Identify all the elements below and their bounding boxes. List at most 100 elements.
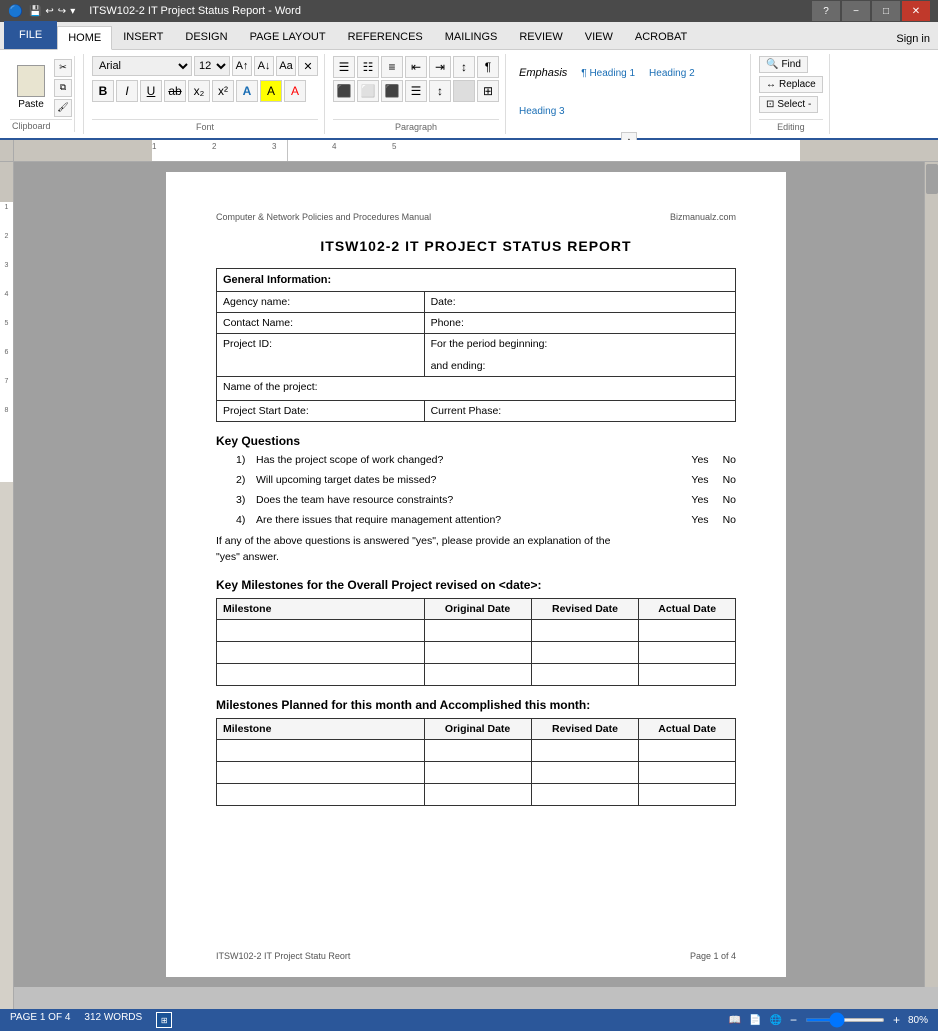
style-heading2[interactable]: Heading 2 [644,56,700,90]
zoom-slider[interactable] [805,1018,885,1022]
font-name-select[interactable]: Arial [92,56,192,76]
show-marks-button[interactable]: ¶ [477,56,499,78]
paste-label: Paste [18,99,44,110]
strikethrough-button[interactable]: ab [164,80,186,102]
font-label: Font [92,119,318,132]
change-case-button[interactable]: Aa [276,56,296,76]
close-btn[interactable]: ✕ [902,1,930,21]
tab-insert[interactable]: INSERT [112,25,174,49]
q2-no: No [723,474,736,486]
project-id-label: Project ID: [217,334,425,377]
style-emphasis[interactable]: Emphasis [514,56,572,90]
style-heading1[interactable]: ¶ Heading 1 [576,56,640,90]
document-page[interactable]: Computer & Network Policies and Procedur… [166,172,786,977]
copy-button[interactable]: ⧉ [54,79,72,97]
minimize-btn[interactable]: − [842,1,870,21]
help-btn[interactable]: ? [812,1,840,21]
q2-num: 2) [236,474,256,486]
zoom-in-button[interactable]: + [893,1013,900,1027]
clear-format-button[interactable]: ✕ [298,56,318,76]
customize-icon[interactable]: ▾ [70,6,75,17]
agency-name-label: Agency name: [217,292,425,313]
ruler-corner [0,140,14,161]
select-button[interactable]: ⊡ Select - [759,96,818,113]
undo-icon[interactable]: ↩ [45,6,53,17]
tab-file[interactable]: FILE [4,21,57,49]
zoom-out-button[interactable]: − [790,1013,797,1027]
view-print-button[interactable]: 📄 [749,1015,761,1026]
status-bar: PAGE 1 OF 4 312 WORDS ⊞ 📖 📄 🌐 − + 80% [0,1009,938,1031]
question-2: 2) Will upcoming target dates be missed?… [236,474,736,486]
shrink-font-button[interactable]: A↓ [254,56,274,76]
scrollbar-thumb[interactable] [926,164,938,194]
underline-button[interactable]: U [140,80,162,102]
numbering-button[interactable]: ☷ [357,56,379,78]
borders-button[interactable]: ⊞ [477,80,499,102]
superscript-button[interactable]: x² [212,80,234,102]
col-original-date-1: Original Date [424,598,531,619]
tab-acrobat[interactable]: ACROBAT [624,25,698,49]
tab-review[interactable]: REVIEW [508,25,573,49]
view-read-button[interactable]: 📖 [729,1015,741,1026]
subscript-button[interactable]: x₂ [188,80,210,102]
page-count: PAGE 1 OF 4 [10,1012,70,1028]
maximize-btn[interactable]: □ [872,1,900,21]
line-spacing-button[interactable]: ↕ [429,80,451,102]
project-start-label: Project Start Date: [217,401,425,422]
tab-page-layout[interactable]: PAGE LAYOUT [239,25,337,49]
q1-num: 1) [236,454,256,466]
sign-in-btn[interactable]: Sign in [888,29,938,49]
redo-icon[interactable]: ↪ [58,6,66,17]
save-icon[interactable]: 💾 [29,6,41,17]
italic-button[interactable]: I [116,80,138,102]
shading-button[interactable] [453,80,475,102]
col-revised-date-1: Revised Date [531,598,639,619]
multi-level-list-button[interactable]: ≡ [381,56,403,78]
tab-home[interactable]: HOME [57,26,112,50]
align-center-button[interactable]: ⬜ [357,80,379,102]
align-left-button[interactable]: ⬛ [333,80,355,102]
format-painter-button[interactable]: 🖌 [54,99,72,117]
q4-yes: Yes [691,514,708,526]
tab-mailings[interactable]: MAILINGS [434,25,509,49]
find-button[interactable]: 🔍 Find [759,56,808,73]
find-icon: 🔍 [766,59,778,70]
tab-references[interactable]: REFERENCES [337,25,434,49]
tab-design[interactable]: DESIGN [174,25,238,49]
question-4: 4) Are there issues that require managem… [236,514,736,526]
font-size-select[interactable]: 12 [194,56,230,76]
ribbon-group-font: Arial 12 A↑ A↓ Aa ✕ B I U ab x₂ x² A A A [86,54,325,134]
q4-num: 4) [236,514,256,526]
align-right-button[interactable]: ⬛ [381,80,403,102]
q4-text: Are there issues that require management… [256,514,685,526]
clipboard-small-buttons: ✂ ⧉ 🖌 [54,59,72,117]
style-heading3[interactable]: Heading 3 [514,94,570,128]
col-original-date-2: Original Date [424,718,531,739]
general-info-header: General Information: [217,269,736,292]
justify-button[interactable]: ☰ [405,80,427,102]
ribbon-tabs: FILE HOME INSERT DESIGN PAGE LAYOUT REFE… [0,22,938,50]
q2-yes: Yes [691,474,708,486]
increase-indent-button[interactable]: ⇥ [429,56,451,78]
sort-button[interactable]: ↕ [453,56,475,78]
bold-button[interactable]: B [92,80,114,102]
grow-font-button[interactable]: A↑ [232,56,252,76]
paste-button[interactable]: Paste [10,60,52,115]
bullets-button[interactable]: ☰ [333,56,355,78]
q3-yes-no: Yes No [691,494,736,506]
status-left: PAGE 1 OF 4 312 WORDS ⊞ [10,1012,172,1028]
replace-button[interactable]: ↔ Replace [759,76,823,93]
font-color-button[interactable]: A [284,80,306,102]
decrease-indent-button[interactable]: ⇤ [405,56,427,78]
q4-yes-no: Yes No [691,514,736,526]
text-highlight-button[interactable]: A [260,80,282,102]
col-milestone-2: Milestone [217,718,425,739]
vertical-scrollbar[interactable] [924,162,938,987]
milestones-overall-title: Key Milestones for the Overall Project r… [216,578,736,592]
cut-button[interactable]: ✂ [54,59,72,77]
font-selector-row: Arial 12 A↑ A↓ Aa ✕ [92,56,318,76]
view-web-button[interactable]: 🌐 [770,1015,782,1026]
text-effect-button[interactable]: A [236,80,258,102]
col-actual-date-1: Actual Date [639,598,736,619]
tab-view[interactable]: VIEW [574,25,624,49]
